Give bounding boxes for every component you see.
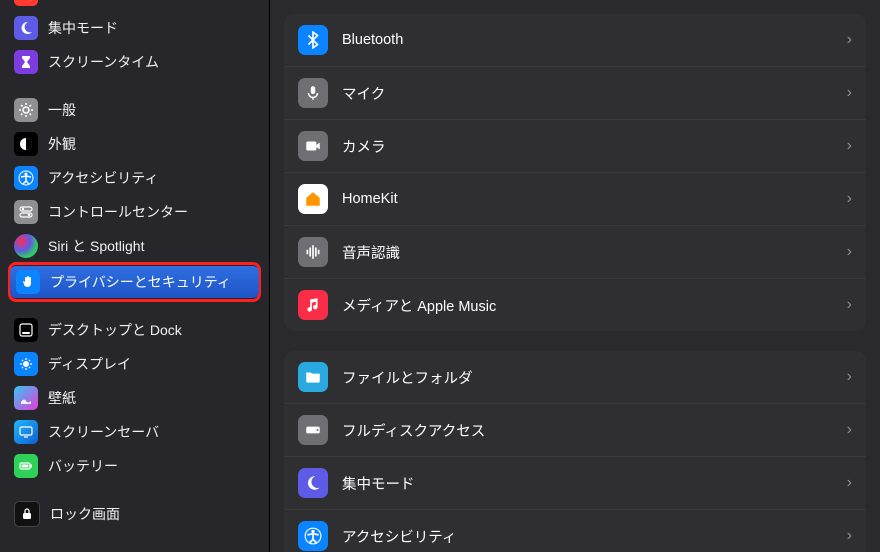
hourglass-icon [14,50,38,74]
row-accessibility[interactable]: アクセシビリティ › [284,510,866,552]
row-homekit[interactable]: HomeKit › [284,173,866,226]
screensaver-icon [14,420,38,444]
sidebar-item-siri[interactable]: Siri と Spotlight [8,230,261,262]
sidebar: サウンド 集中モード スクリーンタイム 一般 [0,0,270,552]
accessibility-icon [14,166,38,190]
control-center-icon [14,200,38,224]
disk-icon [298,415,328,445]
moon-icon [298,468,328,498]
sidebar-item-wallpaper[interactable]: 壁紙 [8,382,261,414]
row-label: フルディスクアクセス [342,420,485,441]
row-camera[interactable]: カメラ › [284,120,866,173]
chevron-right-icon: › [847,190,852,208]
sidebar-item-label: アクセシビリティ [48,168,158,188]
settings-group: Bluetooth › マイク › カメラ › [284,14,866,331]
chevron-right-icon: › [847,368,852,386]
sidebar-item-battery[interactable]: バッテリー [8,450,261,482]
sidebar-item-lockscreen[interactable]: ロック画面 [8,498,261,530]
row-label: カメラ [342,136,386,157]
row-label: マイク [342,83,385,104]
row-label: メディアと Apple Music [342,295,496,316]
sidebar-item-label: バッテリー [48,456,118,476]
microphone-icon [298,78,328,108]
sidebar-item-focus[interactable]: 集中モード [8,12,261,44]
appearance-icon [14,132,38,156]
bluetooth-icon [298,25,328,55]
sidebar-item-label: コントロールセンター [48,202,188,222]
moon-icon [14,16,38,40]
chevron-right-icon: › [847,243,852,261]
row-microphone[interactable]: マイク › [284,67,866,120]
row-label: 集中モード [342,473,415,494]
row-label: Bluetooth [342,32,403,48]
lock-icon [14,501,40,527]
siri-icon [14,234,38,258]
sound-icon [14,0,38,6]
row-speech-recognition[interactable]: 音声認識 › [284,226,866,279]
sidebar-item-label: ディスプレイ [48,354,131,374]
sidebar-item-label: プライバシーとセキュリティ [50,272,231,292]
row-bluetooth[interactable]: Bluetooth › [284,14,866,67]
wallpaper-icon [14,386,38,410]
row-label: アクセシビリティ [342,526,456,547]
sidebar-item-control-center[interactable]: コントロールセンター [8,196,261,228]
dock-icon [14,318,38,342]
chevron-right-icon: › [847,296,852,314]
sidebar-item-label: 集中モード [48,18,118,38]
sidebar-item-accessibility[interactable]: アクセシビリティ [8,162,261,194]
hand-icon [16,270,40,294]
sidebar-item-label: デスクトップと Dock [48,320,182,340]
waveform-icon [298,237,328,267]
sidebar-item-desktop-dock[interactable]: デスクトップと Dock [8,314,261,346]
display-icon [14,352,38,376]
sidebar-item-sound[interactable]: サウンド [8,0,261,10]
row-files-folders[interactable]: ファイルとフォルダ › [284,351,866,404]
accessibility-icon [298,521,328,551]
chevron-right-icon: › [847,84,852,102]
chevron-right-icon: › [847,137,852,155]
sidebar-item-privacy-security[interactable]: プライバシーとセキュリティ [10,266,259,298]
camera-icon [298,131,328,161]
sidebar-item-label: 一般 [48,100,76,120]
row-media-apple-music[interactable]: メディアと Apple Music › [284,279,866,331]
row-label: ファイルとフォルダ [342,367,473,388]
settings-content: Bluetooth › マイク › カメラ › [270,0,880,552]
sidebar-item-label: 壁紙 [48,388,76,408]
sidebar-item-label: サウンド [48,0,104,4]
gear-icon [14,98,38,122]
sidebar-item-appearance[interactable]: 外観 [8,128,261,160]
row-label: 音声認識 [342,242,400,263]
settings-group: ファイルとフォルダ › フルディスクアクセス › 集中モード › [284,351,866,552]
sidebar-item-screentime[interactable]: スクリーンタイム [8,46,261,78]
row-focus[interactable]: 集中モード › [284,457,866,510]
sidebar-item-label: スクリーンタイム [48,52,159,72]
battery-icon [14,454,38,478]
folder-icon [298,362,328,392]
home-icon [298,184,328,214]
music-icon [298,290,328,320]
row-full-disk-access[interactable]: フルディスクアクセス › [284,404,866,457]
sidebar-item-label: 外観 [48,134,76,154]
chevron-right-icon: › [847,527,852,545]
sidebar-item-screensaver[interactable]: スクリーンセーバ [8,416,261,448]
sidebar-item-general[interactable]: 一般 [8,94,261,126]
sidebar-item-label: スクリーンセーバ [48,422,159,442]
sidebar-item-label: ロック画面 [50,504,120,524]
row-label: HomeKit [342,191,398,207]
sidebar-item-displays[interactable]: ディスプレイ [8,348,261,380]
chevron-right-icon: › [847,31,852,49]
sidebar-item-label: Siri と Spotlight [48,236,144,256]
chevron-right-icon: › [847,474,852,492]
chevron-right-icon: › [847,421,852,439]
